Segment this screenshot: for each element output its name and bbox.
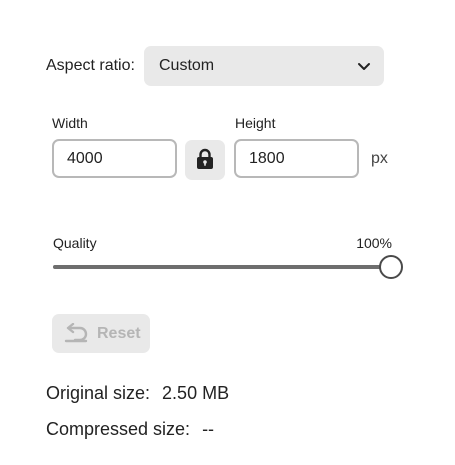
slider-thumb[interactable] bbox=[379, 255, 403, 279]
lock-aspect-button[interactable] bbox=[185, 140, 225, 180]
height-input[interactable] bbox=[234, 139, 359, 178]
aspect-ratio-value: Custom bbox=[159, 57, 215, 74]
original-size-label: Original size: bbox=[46, 383, 151, 403]
width-label: Width bbox=[52, 115, 88, 131]
height-label: Height bbox=[235, 115, 276, 131]
original-size-row: Original size: 2.50 MB bbox=[46, 382, 229, 404]
compressed-size-label: Compressed size: bbox=[46, 419, 191, 439]
quality-label: Quality bbox=[53, 235, 97, 251]
reset-label: Reset bbox=[97, 325, 141, 342]
slider-fill bbox=[53, 265, 391, 269]
original-size-value: 2.50 MB bbox=[162, 383, 230, 403]
unit-label: px bbox=[371, 150, 388, 167]
width-input[interactable] bbox=[52, 139, 177, 178]
quality-slider[interactable] bbox=[53, 255, 403, 279]
aspect-ratio-select[interactable]: Custom bbox=[144, 46, 384, 86]
undo-icon bbox=[64, 323, 88, 343]
chevron-down-icon bbox=[358, 63, 370, 70]
lock-icon bbox=[197, 148, 213, 169]
aspect-ratio-label: Aspect ratio: bbox=[46, 57, 135, 74]
reset-button[interactable]: Reset bbox=[52, 314, 150, 353]
compressed-size-row: Compressed size: -- bbox=[46, 418, 214, 440]
quality-value: 100% bbox=[356, 235, 392, 251]
compressed-size-value: -- bbox=[202, 419, 215, 439]
